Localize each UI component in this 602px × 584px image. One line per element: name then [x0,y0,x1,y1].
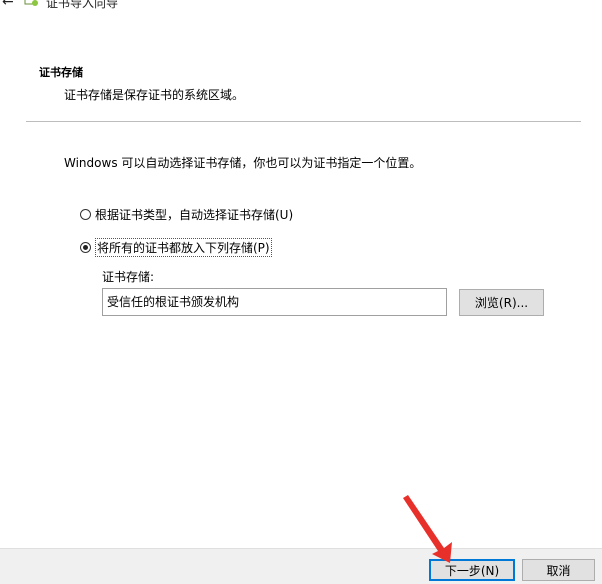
auto-select-store-option[interactable]: 根据证书类型，自动选择证书存储(U) [80,206,293,223]
radio-place-in-store-label[interactable]: 将所有的证书都放入下列存储(P) [95,238,272,257]
header-divider [26,121,581,122]
place-in-store-option[interactable]: 将所有的证书都放入下列存储(P) [80,238,272,257]
intro-text: Windows 可以自动选择证书存储，你也可以为证书指定一个位置。 [64,156,422,170]
page-description: 证书存储是保存证书的系统区域。 [64,88,245,102]
radio-place-in-store[interactable] [80,242,91,253]
cancel-button[interactable]: 取消 [522,559,595,581]
page-title: 证书存储 [39,66,83,79]
certificate-store-label: 证书存储: [102,270,155,284]
certificate-import-wizard: ← 证书导入向导 证书存储 证书存储是保存证书的系统区域。 Windows 可以… [0,0,602,584]
title-bar: ← 证书导入向导 [0,0,602,12]
browse-button[interactable]: 浏览(R)... [459,289,544,316]
next-button[interactable]: 下一步(N) [429,559,515,581]
window-title: 证书导入向导 [46,0,119,10]
certificate-wizard-icon [24,0,38,6]
certificate-store-field[interactable]: 受信任的根证书颁发机构 [102,288,447,316]
radio-auto-select[interactable] [80,209,91,220]
radio-auto-select-label[interactable]: 根据证书类型，自动选择证书存储(U) [95,206,293,223]
back-arrow-icon[interactable]: ← [2,0,14,10]
